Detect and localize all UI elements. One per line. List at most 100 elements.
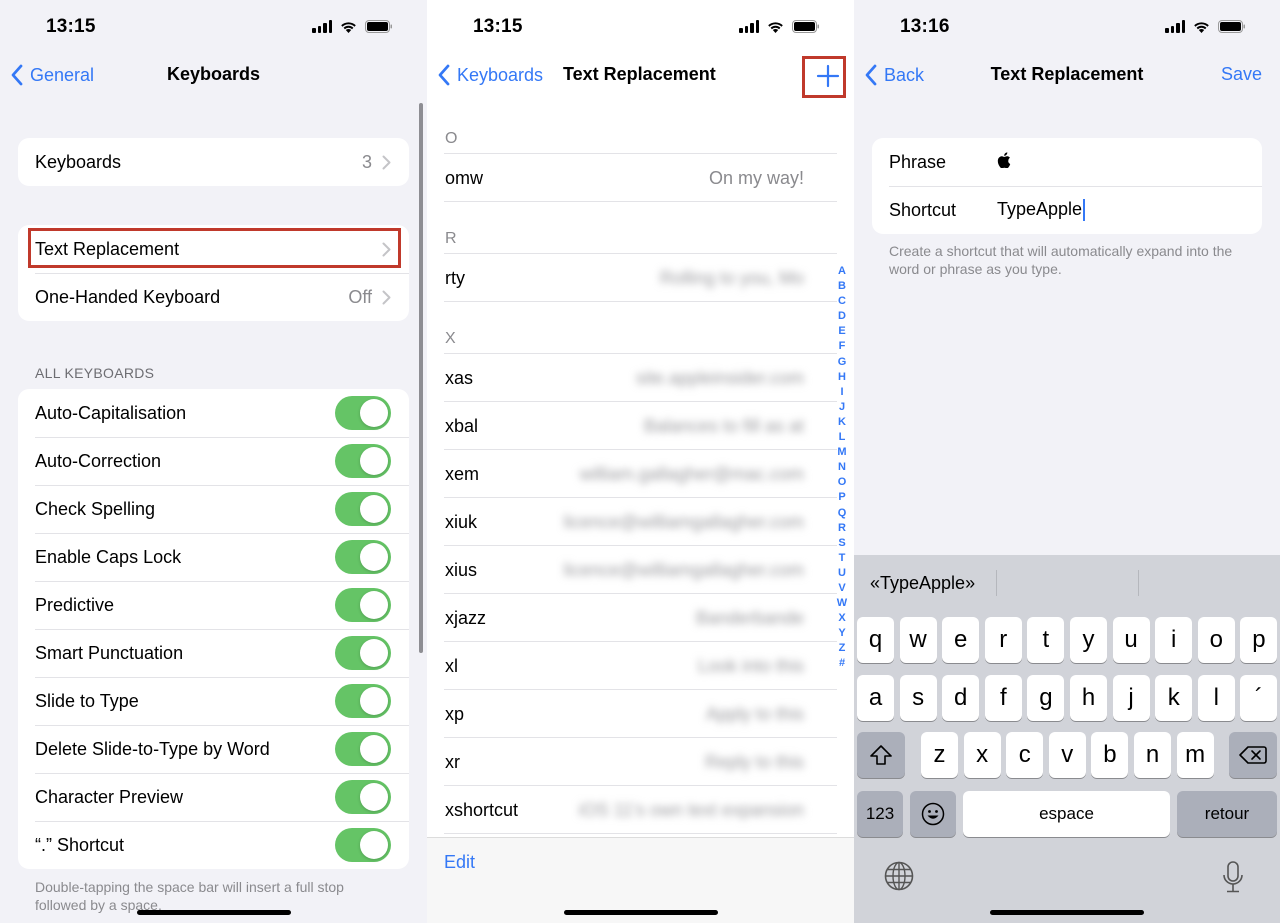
key-l[interactable]: l <box>1197 675 1235 721</box>
index-letter[interactable]: V <box>838 581 845 596</box>
key-g[interactable]: g <box>1027 675 1065 721</box>
toggle-switch[interactable] <box>335 684 391 718</box>
list-item[interactable]: omw On my way! <box>427 154 854 202</box>
key-c[interactable]: c <box>1006 732 1044 778</box>
key-z[interactable]: z <box>921 732 958 778</box>
home-indicator[interactable] <box>563 910 718 915</box>
list-item[interactable]: xem william.gallagher@mac.com <box>427 450 854 498</box>
shortcut-field-row[interactable]: Shortcut TypeApple <box>872 186 1262 234</box>
key-p[interactable]: p <box>1240 617 1278 663</box>
index-letter[interactable]: Q <box>838 506 847 521</box>
key-o[interactable]: o <box>1197 617 1235 663</box>
index-letter[interactable]: O <box>838 475 847 490</box>
back-button[interactable]: General <box>10 64 94 86</box>
index-letter[interactable]: U <box>838 566 846 581</box>
key-i[interactable]: i <box>1155 617 1193 663</box>
list-item[interactable]: xl Look into this <box>427 642 854 690</box>
key-d[interactable]: d <box>942 675 980 721</box>
index-letter[interactable]: R <box>838 521 846 536</box>
toggle-switch[interactable] <box>335 828 391 862</box>
edit-button[interactable]: Edit <box>444 852 475 873</box>
emoji-key[interactable] <box>910 791 956 837</box>
index-letter[interactable]: J <box>839 400 845 415</box>
index-letter[interactable]: H <box>838 370 846 385</box>
key-w[interactable]: w <box>899 617 937 663</box>
key-r[interactable]: r <box>984 617 1022 663</box>
index-letter[interactable]: W <box>837 596 847 611</box>
shortcut-input[interactable]: TypeApple <box>997 199 1086 222</box>
toggle-switch[interactable] <box>335 588 391 622</box>
index-letter[interactable]: Y <box>838 626 845 641</box>
list-item[interactable]: xp Apply to this <box>427 690 854 738</box>
list-item[interactable]: xius licence@williamgallagher.com <box>427 546 854 594</box>
key-m[interactable]: m <box>1176 732 1214 778</box>
index-letter[interactable]: D <box>838 309 846 324</box>
key-e[interactable]: e <box>942 617 980 663</box>
toggle-switch[interactable] <box>335 540 391 574</box>
space-key[interactable]: espace <box>963 791 1170 837</box>
key-q[interactable]: q <box>857 617 894 663</box>
home-indicator[interactable] <box>990 910 1144 915</box>
list-item[interactable]: xshortcut iOS 11's own text expansion <box>427 786 854 834</box>
list-item[interactable]: xiuk licence@williamgallagher.com <box>427 498 854 546</box>
toggle-switch[interactable] <box>335 396 391 430</box>
save-button[interactable]: Save <box>1221 64 1262 85</box>
numbers-key[interactable]: 123 <box>857 791 903 837</box>
toggle-switch[interactable] <box>335 732 391 766</box>
index-letter[interactable]: S <box>838 536 845 551</box>
phrase-field-row[interactable]: Phrase <box>872 138 1262 186</box>
toggle-switch[interactable] <box>335 780 391 814</box>
index-letter[interactable]: P <box>838 490 845 505</box>
index-letter[interactable]: L <box>839 430 846 445</box>
back-button[interactable]: Keyboards <box>437 64 543 86</box>
index-letter[interactable]: N <box>838 460 846 475</box>
keyboards-row[interactable]: Keyboards 3 <box>18 138 409 186</box>
add-button[interactable] <box>816 58 840 93</box>
toggle-switch[interactable] <box>335 492 391 526</box>
index-letter[interactable]: A <box>838 264 846 279</box>
index-letter[interactable]: K <box>838 415 846 430</box>
list-item[interactable]: xas site.appleinsider.com <box>427 354 854 402</box>
one-handed-keyboard-row[interactable]: One-Handed Keyboard Off <box>18 273 409 321</box>
key-j[interactable]: j <box>1112 675 1150 721</box>
home-indicator[interactable] <box>136 910 291 915</box>
key-k[interactable]: k <box>1155 675 1193 721</box>
scrollbar[interactable] <box>419 103 423 653</box>
toggle-switch[interactable] <box>335 636 391 670</box>
prediction-suggestion[interactable]: «TypeApple» <box>854 568 996 598</box>
text-replacement-row[interactable]: Text Replacement <box>18 225 409 273</box>
key-h[interactable]: h <box>1070 675 1107 721</box>
key-f[interactable]: f <box>984 675 1022 721</box>
index-letter[interactable]: T <box>839 551 846 566</box>
index-letter[interactable]: C <box>838 294 846 309</box>
prediction-suggestion[interactable] <box>1138 568 1280 598</box>
index-letter[interactable]: # <box>839 656 845 671</box>
key-a[interactable]: a <box>857 675 894 721</box>
key-u[interactable]: u <box>1112 617 1150 663</box>
toggle-switch[interactable] <box>335 444 391 478</box>
globe-button[interactable] <box>884 861 914 896</box>
key-n[interactable]: n <box>1134 732 1171 778</box>
return-key[interactable]: retour <box>1177 791 1277 837</box>
replacement-list[interactable]: Oomw On my way! Rrty Rolling to you, Mo Xxas… <box>427 118 854 838</box>
back-button[interactable]: Back <box>864 64 924 86</box>
key-b[interactable]: b <box>1091 732 1129 778</box>
key-v[interactable]: v <box>1048 732 1086 778</box>
index-letter[interactable]: E <box>838 324 845 339</box>
index-letter[interactable]: B <box>838 279 846 294</box>
index-letter[interactable]: X <box>838 611 845 626</box>
key-t[interactable]: t <box>1027 617 1065 663</box>
index-letter[interactable]: I <box>840 385 843 400</box>
list-item[interactable]: rty Rolling to you, Mo <box>427 254 854 302</box>
dictation-button[interactable] <box>1222 861 1244 898</box>
key-x[interactable]: x <box>963 732 1001 778</box>
index-letter[interactable]: F <box>839 339 846 354</box>
list-item[interactable]: xjazz Banderbande <box>427 594 854 642</box>
delete-key[interactable] <box>1229 732 1277 778</box>
index-letter[interactable]: Z <box>839 641 846 656</box>
key-acute[interactable]: ´ <box>1240 675 1278 721</box>
prediction-suggestion[interactable] <box>996 568 1138 598</box>
key-s[interactable]: s <box>899 675 937 721</box>
phrase-field[interactable] <box>997 151 1011 173</box>
list-item[interactable]: xr Reply to this <box>427 738 854 786</box>
